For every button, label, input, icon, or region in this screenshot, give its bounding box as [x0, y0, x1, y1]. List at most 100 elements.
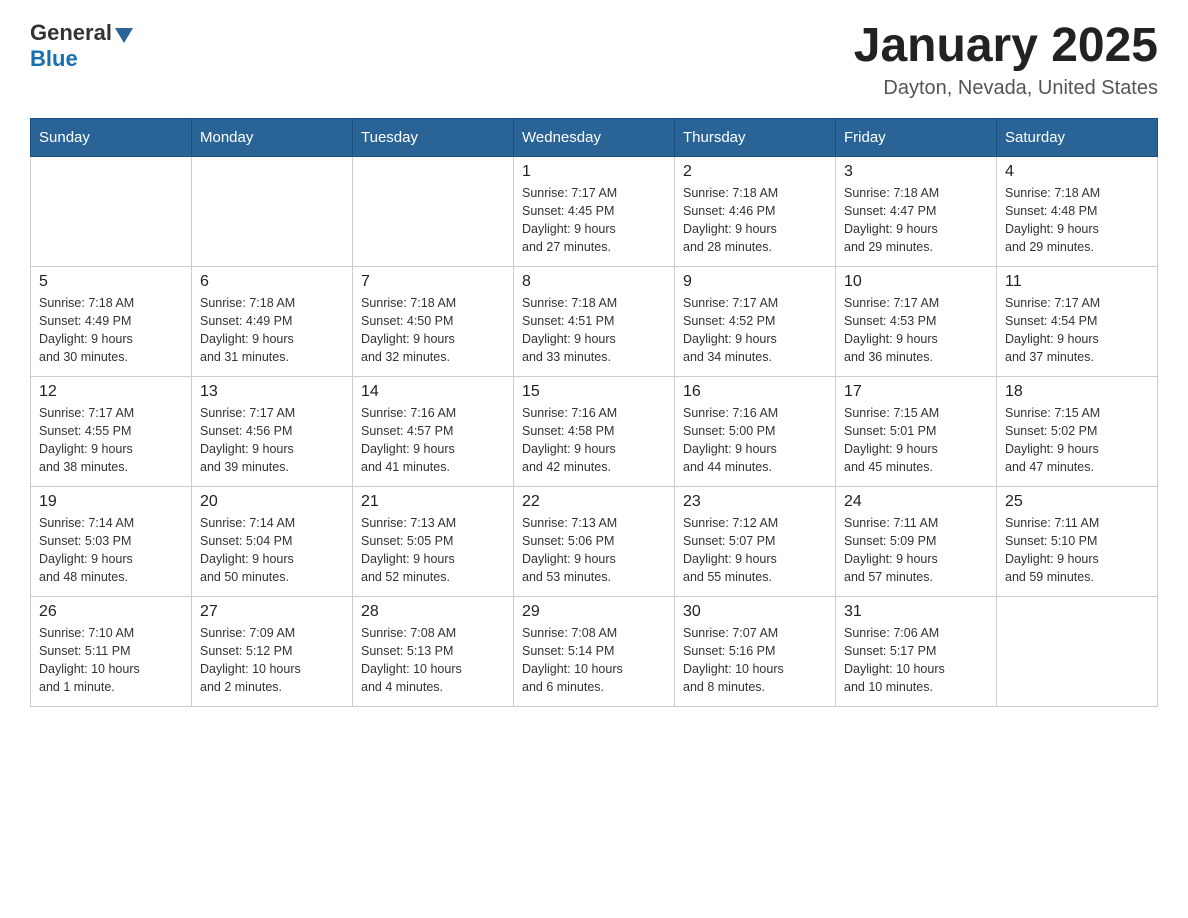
calendar-cell: 31 Sunrise: 7:06 AM Sunset: 5:17 PM Dayli… — [836, 596, 997, 706]
day-number: 30 — [683, 603, 827, 621]
calendar-cell: 1Sunrise: 7:17 AM Sunset: 4:45 PM Daylig… — [514, 156, 675, 266]
day-number: 16 — [683, 383, 827, 401]
calendar-week-4: 19 Sunrise: 7:14 AM Sunset: 5:03 PM Dayli… — [31, 486, 1158, 596]
day-info: Sunrise: 7:10 AM Sunset: 5:11 PM Dayligh… — [39, 624, 183, 697]
day-info: Sunrise: 7:15 AM Sunset: 5:02 PM Dayligh… — [1005, 404, 1149, 477]
calendar-week-1: 1Sunrise: 7:17 AM Sunset: 4:45 PM Daylig… — [31, 156, 1158, 266]
month-title: January 2025 — [854, 20, 1158, 73]
day-info: Sunrise: 7:13 AM Sunset: 5:05 PM Dayligh… — [361, 514, 505, 587]
logo-triangle-icon — [115, 28, 133, 43]
day-info: Sunrise: 7:08 AM Sunset: 5:13 PM Dayligh… — [361, 624, 505, 697]
calendar-cell: 27 Sunrise: 7:09 AM Sunset: 5:12 PM Dayli… — [192, 596, 353, 706]
day-info: Sunrise: 7:18 AM Sunset: 4:48 PM Dayligh… — [1005, 184, 1149, 257]
calendar-cell: 20Sunrise: 7:14 AM Sunset: 5:04 PM Dayli… — [192, 486, 353, 596]
weekday-header-monday: Monday — [192, 118, 353, 156]
calendar-cell: 19 Sunrise: 7:14 AM Sunset: 5:03 PM Dayli… — [31, 486, 192, 596]
day-number: 25 — [1005, 493, 1149, 511]
calendar-cell: 26 Sunrise: 7:10 AM Sunset: 5:11 PM Dayli… — [31, 596, 192, 706]
day-info: Sunrise: 7:11 AM Sunset: 5:10 PM Dayligh… — [1005, 514, 1149, 587]
day-info: Sunrise: 7:14 AM Sunset: 5:03 PM Dayligh… — [39, 514, 183, 587]
calendar-cell: 3Sunrise: 7:18 AM Sunset: 4:47 PM Daylig… — [836, 156, 997, 266]
calendar-cell: 8 Sunrise: 7:18 AM Sunset: 4:51 PM Daylig… — [514, 266, 675, 376]
day-info: Sunrise: 7:17 AM Sunset: 4:45 PM Dayligh… — [522, 184, 666, 257]
day-number: 6 — [200, 273, 344, 291]
day-number: 19 — [39, 493, 183, 511]
day-info: Sunrise: 7:06 AM Sunset: 5:17 PM Dayligh… — [844, 624, 988, 697]
logo-blue-text: Blue — [30, 46, 78, 71]
day-number: 4 — [1005, 163, 1149, 181]
calendar-cell: 7Sunrise: 7:18 AM Sunset: 4:50 PM Daylig… — [353, 266, 514, 376]
calendar-cell: 17 Sunrise: 7:15 AM Sunset: 5:01 PM Dayli… — [836, 376, 997, 486]
calendar-cell — [997, 596, 1158, 706]
day-number: 11 — [1005, 273, 1149, 291]
calendar-cell: 18Sunrise: 7:15 AM Sunset: 5:02 PM Dayli… — [997, 376, 1158, 486]
day-info: Sunrise: 7:18 AM Sunset: 4:49 PM Dayligh… — [39, 294, 183, 367]
day-info: Sunrise: 7:07 AM Sunset: 5:16 PM Dayligh… — [683, 624, 827, 697]
page-header: General Blue January 2025 Dayton, Nevada… — [30, 20, 1158, 100]
day-number: 10 — [844, 273, 988, 291]
calendar-cell: 16 Sunrise: 7:16 AM Sunset: 5:00 PM Dayli… — [675, 376, 836, 486]
calendar-cell: 13 Sunrise: 7:17 AM Sunset: 4:56 PM Dayli… — [192, 376, 353, 486]
day-info: Sunrise: 7:15 AM Sunset: 5:01 PM Dayligh… — [844, 404, 988, 477]
day-info: Sunrise: 7:09 AM Sunset: 5:12 PM Dayligh… — [200, 624, 344, 697]
day-number: 21 — [361, 493, 505, 511]
day-number: 20 — [200, 493, 344, 511]
calendar-cell: 29 Sunrise: 7:08 AM Sunset: 5:14 PM Dayli… — [514, 596, 675, 706]
day-info: Sunrise: 7:17 AM Sunset: 4:55 PM Dayligh… — [39, 404, 183, 477]
calendar-cell: 21 Sunrise: 7:13 AM Sunset: 5:05 PM Dayli… — [353, 486, 514, 596]
calendar-cell: 11Sunrise: 7:17 AM Sunset: 4:54 PM Dayli… — [997, 266, 1158, 376]
weekday-header-tuesday: Tuesday — [353, 118, 514, 156]
calendar-table: SundayMondayTuesdayWednesdayThursdayFrid… — [30, 118, 1158, 707]
calendar-cell: 9 Sunrise: 7:17 AM Sunset: 4:52 PM Daylig… — [675, 266, 836, 376]
location-title: Dayton, Nevada, United States — [854, 77, 1158, 100]
calendar-header: SundayMondayTuesdayWednesdayThursdayFrid… — [31, 118, 1158, 156]
day-number: 24 — [844, 493, 988, 511]
weekday-header-saturday: Saturday — [997, 118, 1158, 156]
day-info: Sunrise: 7:18 AM Sunset: 4:46 PM Dayligh… — [683, 184, 827, 257]
day-number: 26 — [39, 603, 183, 621]
day-number: 17 — [844, 383, 988, 401]
day-number: 13 — [200, 383, 344, 401]
day-info: Sunrise: 7:16 AM Sunset: 5:00 PM Dayligh… — [683, 404, 827, 477]
day-number: 14 — [361, 383, 505, 401]
day-number: 29 — [522, 603, 666, 621]
day-number: 5 — [39, 273, 183, 291]
day-info: Sunrise: 7:11 AM Sunset: 5:09 PM Dayligh… — [844, 514, 988, 587]
day-number: 22 — [522, 493, 666, 511]
calendar-cell: 15Sunrise: 7:16 AM Sunset: 4:58 PM Dayli… — [514, 376, 675, 486]
day-number: 15 — [522, 383, 666, 401]
weekday-header-sunday: Sunday — [31, 118, 192, 156]
calendar-cell: 25 Sunrise: 7:11 AM Sunset: 5:10 PM Dayli… — [997, 486, 1158, 596]
day-number: 9 — [683, 273, 827, 291]
day-info: Sunrise: 7:18 AM Sunset: 4:51 PM Dayligh… — [522, 294, 666, 367]
logo-general-text: General — [30, 20, 112, 46]
calendar-cell — [31, 156, 192, 266]
weekday-header-row: SundayMondayTuesdayWednesdayThursdayFrid… — [31, 118, 1158, 156]
weekday-header-friday: Friday — [836, 118, 997, 156]
calendar-cell: 2Sunrise: 7:18 AM Sunset: 4:46 PM Daylig… — [675, 156, 836, 266]
calendar-cell: 12Sunrise: 7:17 AM Sunset: 4:55 PM Dayli… — [31, 376, 192, 486]
calendar-cell: 22 Sunrise: 7:13 AM Sunset: 5:06 PM Dayli… — [514, 486, 675, 596]
calendar-cell: 14Sunrise: 7:16 AM Sunset: 4:57 PM Dayli… — [353, 376, 514, 486]
weekday-header-thursday: Thursday — [675, 118, 836, 156]
calendar-week-5: 26 Sunrise: 7:10 AM Sunset: 5:11 PM Dayli… — [31, 596, 1158, 706]
calendar-cell: 10Sunrise: 7:17 AM Sunset: 4:53 PM Dayli… — [836, 266, 997, 376]
day-number: 31 — [844, 603, 988, 621]
calendar-cell: 24 Sunrise: 7:11 AM Sunset: 5:09 PM Dayli… — [836, 486, 997, 596]
calendar-body: 1Sunrise: 7:17 AM Sunset: 4:45 PM Daylig… — [31, 156, 1158, 706]
day-number: 27 — [200, 603, 344, 621]
day-number: 28 — [361, 603, 505, 621]
day-info: Sunrise: 7:17 AM Sunset: 4:52 PM Dayligh… — [683, 294, 827, 367]
logo: General Blue — [30, 20, 133, 72]
day-number: 8 — [522, 273, 666, 291]
calendar-cell — [192, 156, 353, 266]
calendar-cell: 28 Sunrise: 7:08 AM Sunset: 5:13 PM Dayli… — [353, 596, 514, 706]
day-number: 23 — [683, 493, 827, 511]
calendar-cell: 23Sunrise: 7:12 AM Sunset: 5:07 PM Dayli… — [675, 486, 836, 596]
weekday-header-wednesday: Wednesday — [514, 118, 675, 156]
day-info: Sunrise: 7:08 AM Sunset: 5:14 PM Dayligh… — [522, 624, 666, 697]
day-info: Sunrise: 7:18 AM Sunset: 4:47 PM Dayligh… — [844, 184, 988, 257]
day-info: Sunrise: 7:13 AM Sunset: 5:06 PM Dayligh… — [522, 514, 666, 587]
day-info: Sunrise: 7:17 AM Sunset: 4:56 PM Dayligh… — [200, 404, 344, 477]
day-number: 7 — [361, 273, 505, 291]
